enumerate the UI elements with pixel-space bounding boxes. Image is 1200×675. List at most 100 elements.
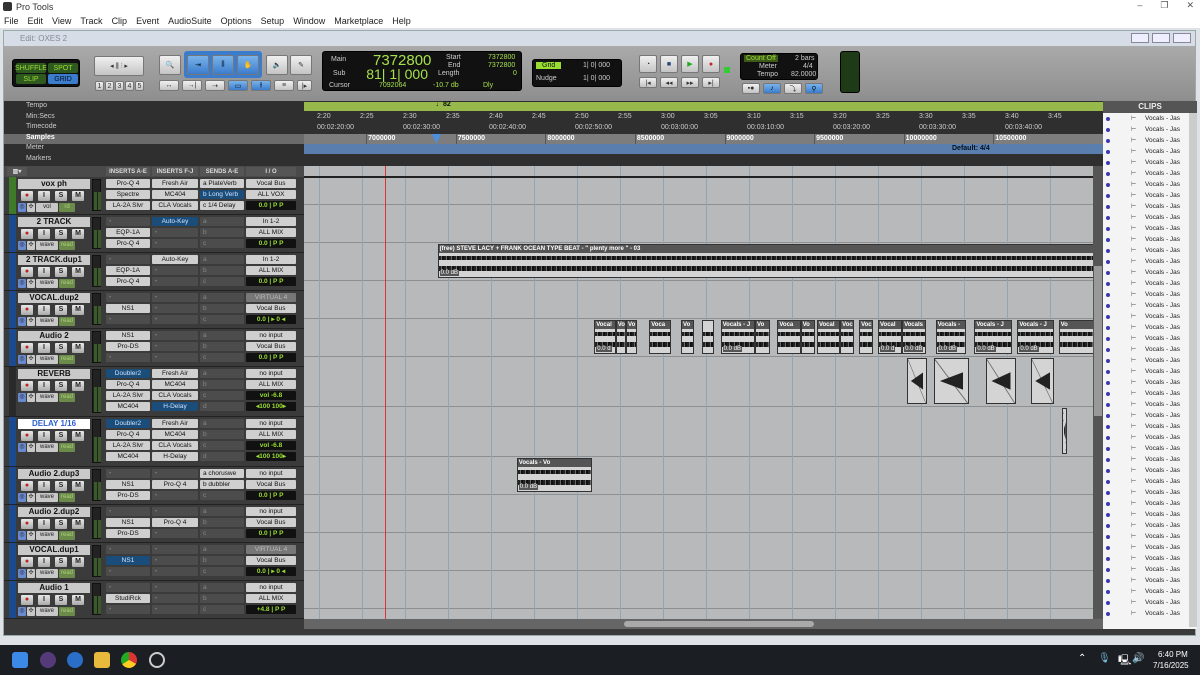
- maximize-button[interactable]: ❐: [1160, 0, 1168, 11]
- volume-icon[interactable]: 🔊: [1132, 653, 1144, 664]
- scrubber-tool-icon[interactable]: 🔈: [266, 55, 288, 75]
- send-slot[interactable]: b: [200, 266, 244, 275]
- audio-clip[interactable]: Voca: [777, 320, 801, 354]
- delay-compensation-indicator[interactable]: Dly: [483, 82, 493, 89]
- elastic-audio-button[interactable]: ✣: [27, 355, 35, 364]
- track-view-selector[interactable]: wave: [36, 241, 58, 250]
- send-slot[interactable]: b: [200, 518, 244, 527]
- menu-view[interactable]: View: [52, 16, 71, 26]
- insert-slot[interactable]: •: [152, 228, 198, 237]
- end-value[interactable]: 7372800: [488, 62, 515, 69]
- automation-mode-selector[interactable]: read: [59, 531, 75, 540]
- clips-list-item[interactable]: ⊢ Vocals - Jas: [1103, 269, 1188, 278]
- track-view-selector[interactable]: wave: [36, 531, 58, 540]
- send-slot[interactable]: b: [200, 380, 244, 389]
- insert-slot[interactable]: •: [106, 217, 150, 226]
- menu-file[interactable]: File: [4, 16, 19, 26]
- insert-slot[interactable]: Pro-DS: [106, 529, 150, 538]
- track-name[interactable]: vox ph: [18, 179, 90, 189]
- solo-button[interactable]: S: [55, 519, 67, 529]
- clips-list-item[interactable]: ⊢ Vocals - Jas: [1103, 467, 1188, 476]
- grid-label[interactable]: Grid: [536, 62, 562, 69]
- clips-list-item[interactable]: ⊢ Vocals - Jas: [1103, 500, 1188, 509]
- clips-list-item[interactable]: ⊢ Vocals - Jas: [1103, 313, 1188, 322]
- volume-pan-display[interactable]: 0.0 | P P: [246, 201, 296, 210]
- volume-pan-display[interactable]: 0.0 | P P: [246, 277, 296, 286]
- insert-slot[interactable]: LA-2A Slvr: [106, 441, 150, 450]
- link-timeline-button[interactable]: →|: [182, 80, 202, 91]
- elastic-audio-button[interactable]: ✣: [27, 531, 35, 540]
- send-slot[interactable]: c: [200, 391, 244, 400]
- audio-clip[interactable]: Vo: [681, 320, 694, 354]
- track-view-selector[interactable]: vol: [36, 203, 58, 212]
- clips-list-item[interactable]: ⊢ Vocals - Jas: [1103, 159, 1188, 168]
- playlist-button[interactable]: ◎: [18, 531, 26, 540]
- clips-list-item[interactable]: ⊢ Vocals - Jas: [1103, 390, 1188, 399]
- playlist-button[interactable]: ◎: [18, 317, 26, 326]
- clips-list-item[interactable]: ⊢ Vocals - Jas: [1103, 544, 1188, 553]
- nudge-value[interactable]: 1| 0| 000: [583, 75, 610, 82]
- input-monitor-button[interactable]: I: [38, 519, 50, 529]
- insert-slot[interactable]: •: [152, 605, 198, 614]
- insert-slot[interactable]: Pro-DS: [106, 342, 150, 351]
- automation-mode-selector[interactable]: read: [59, 355, 75, 364]
- stop-button[interactable]: ■: [660, 55, 678, 73]
- insert-slot[interactable]: MC404: [152, 380, 198, 389]
- insert-slot[interactable]: •: [152, 342, 198, 351]
- track-name[interactable]: 2 TRACK.dup1: [18, 255, 90, 265]
- metronome-button[interactable]: ♪: [763, 83, 781, 94]
- keyboard-focus-button[interactable]: ≡: [274, 80, 294, 91]
- send-slot[interactable]: a: [200, 331, 244, 340]
- mirror-midi-button[interactable]: ⫲: [251, 80, 271, 91]
- volume-pan-display[interactable]: 0.0 | ▸ 0 ◂: [246, 567, 296, 576]
- send-slot[interactable]: a: [200, 293, 244, 302]
- elastic-audio-button[interactable]: ✣: [27, 493, 35, 502]
- track-vox-ph[interactable]: vox ph ● I S M ◎ ✣ vol rd Pro-Q 4 Spectre LA-2A Slv…: [4, 177, 304, 215]
- solo-button[interactable]: S: [55, 267, 67, 277]
- solo-button[interactable]: S: [55, 381, 67, 391]
- input-selector[interactable]: no input: [246, 583, 296, 592]
- track-name[interactable]: Audio 2: [18, 331, 90, 341]
- audio-clip[interactable]: Vo: [626, 320, 638, 354]
- elastic-audio-button[interactable]: ✣: [27, 569, 35, 578]
- clips-list-item[interactable]: ⊢ Vocals - Jas: [1103, 357, 1188, 366]
- audio-clip[interactable]: Voca: [649, 320, 671, 354]
- track-name[interactable]: REVERB: [18, 369, 90, 379]
- automation-mode-selector[interactable]: read: [59, 493, 75, 502]
- grid-mode-button[interactable]: GRID: [48, 74, 78, 84]
- volume-pan-display[interactable]: vol -6.8: [246, 441, 296, 450]
- insert-slot[interactable]: •: [152, 304, 198, 313]
- pencil-tool-icon[interactable]: ✎: [290, 55, 312, 75]
- insert-slot[interactable]: •: [152, 529, 198, 538]
- audio-clip[interactable]: Voc: [840, 320, 854, 354]
- input-monitor-button[interactable]: I: [38, 267, 50, 277]
- volume-pan-display[interactable]: 0.0 | P P: [246, 491, 296, 500]
- insert-slot[interactable]: •: [106, 567, 150, 576]
- track-view-selector[interactable]: wave: [36, 393, 58, 402]
- record-enable-button[interactable]: ●: [21, 381, 33, 391]
- selector-tool-icon[interactable]: ⫼: [212, 55, 234, 75]
- clips-list-item[interactable]: ⊢ Vocals - Jas: [1103, 401, 1188, 410]
- send-slot[interactable]: c 1/4 Delay: [200, 201, 244, 210]
- audio-clip[interactable]: [1031, 358, 1055, 404]
- send-slot[interactable]: a: [200, 255, 244, 264]
- nudge-label[interactable]: Nudge: [536, 75, 557, 82]
- network-icon[interactable]: 🖳: [1118, 653, 1131, 670]
- send-slot[interactable]: b: [200, 594, 244, 603]
- insert-slot[interactable]: •: [106, 583, 150, 592]
- output-selector[interactable]: ALL MIX: [246, 266, 296, 275]
- audio-clip[interactable]: Vo: [755, 320, 770, 354]
- playlist-button[interactable]: ◎: [18, 493, 26, 502]
- track-view-selector[interactable]: wave: [36, 493, 58, 502]
- insert-slot[interactable]: H-Delay: [152, 452, 198, 461]
- app-taskbar-icon[interactable]: [149, 652, 165, 668]
- track-2-track[interactable]: 2 TRACK ● I S M ◎ ✣ wave read • EQP-1A Pro-Q 4 Auto-…: [4, 215, 304, 253]
- playlist-button[interactable]: ◎: [18, 569, 26, 578]
- clips-list-item[interactable]: ⊢ Vocals - Jas: [1103, 291, 1188, 300]
- insert-slot[interactable]: •: [106, 545, 150, 554]
- playlist-button[interactable]: ◎: [18, 203, 26, 212]
- automation-mode-selector[interactable]: rd: [59, 203, 75, 212]
- mute-button[interactable]: M: [72, 557, 84, 567]
- record-enable-button[interactable]: ●: [21, 557, 33, 567]
- horizontal-scrollbar[interactable]: [304, 619, 1104, 629]
